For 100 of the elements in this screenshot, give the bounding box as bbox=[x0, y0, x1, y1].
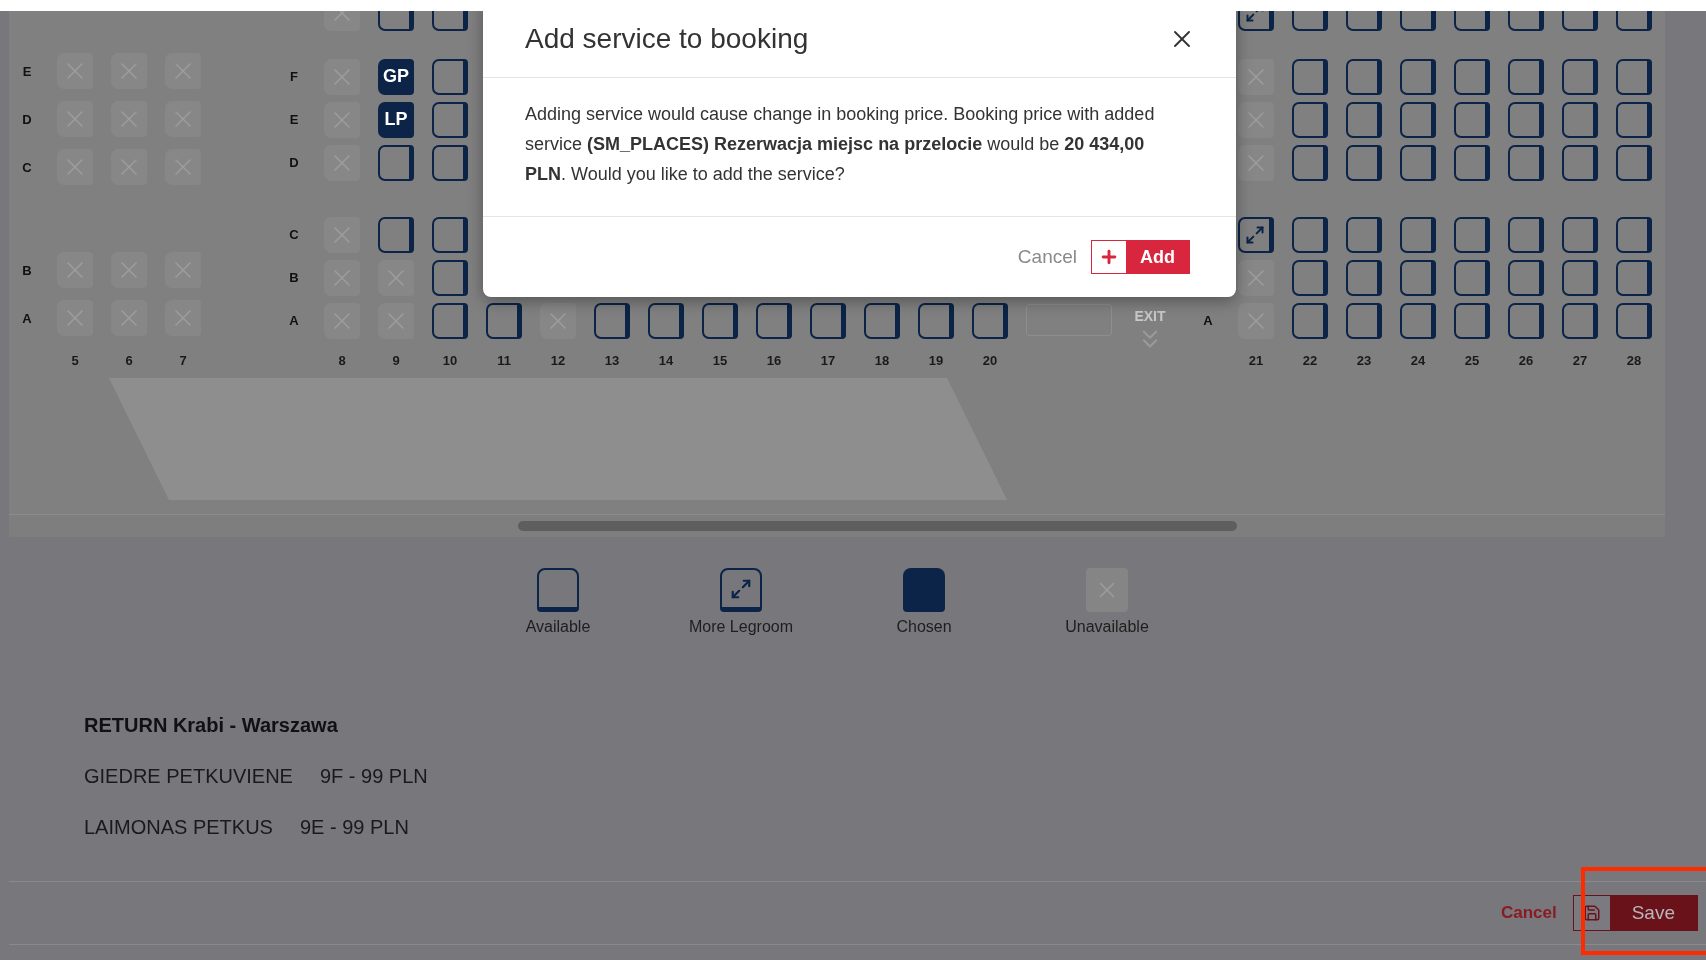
row-letter: B bbox=[21, 262, 33, 278]
exit-label: EXIT bbox=[1134, 308, 1166, 324]
column-number: 15 bbox=[711, 352, 729, 368]
available-seat[interactable] bbox=[756, 302, 792, 339]
available-seat[interactable] bbox=[918, 302, 954, 339]
column-number: 9 bbox=[391, 352, 401, 368]
available-seat[interactable] bbox=[648, 302, 684, 339]
available-seat[interactable] bbox=[1346, 302, 1382, 339]
available-seat[interactable] bbox=[810, 302, 846, 339]
passenger-seat-price: 9F - 99 PLN bbox=[319, 765, 428, 789]
available-seat[interactable] bbox=[972, 302, 1008, 339]
row-letter: B bbox=[288, 270, 300, 285]
available-seat[interactable] bbox=[1400, 259, 1436, 296]
available-seat[interactable] bbox=[432, 144, 468, 181]
available-seat[interactable] bbox=[1454, 101, 1490, 138]
row-letter: A bbox=[288, 313, 300, 328]
available-seat[interactable] bbox=[1616, 101, 1652, 138]
available-seat[interactable] bbox=[1454, 259, 1490, 296]
available-seat[interactable] bbox=[1508, 101, 1544, 138]
available-seat[interactable] bbox=[1346, 101, 1382, 138]
available-seat[interactable] bbox=[1562, 144, 1598, 181]
column-number: 12 bbox=[549, 352, 567, 368]
available-seat[interactable] bbox=[1562, 302, 1598, 339]
available-seat[interactable] bbox=[432, 58, 468, 95]
available-seat[interactable] bbox=[1400, 101, 1436, 138]
available-seat[interactable] bbox=[1508, 216, 1544, 253]
column-number: 13 bbox=[603, 352, 621, 368]
available-seat[interactable] bbox=[1292, 259, 1328, 296]
available-seat[interactable] bbox=[1346, 144, 1382, 181]
available-seat[interactable] bbox=[1292, 302, 1328, 339]
available-seat[interactable] bbox=[1562, 58, 1598, 95]
available-seat[interactable] bbox=[1508, 259, 1544, 296]
available-seat[interactable] bbox=[1400, 144, 1436, 181]
available-seat[interactable] bbox=[1508, 144, 1544, 181]
available-seat[interactable] bbox=[1616, 302, 1652, 339]
plus-icon bbox=[1099, 247, 1119, 267]
available-seat[interactable] bbox=[432, 101, 468, 138]
column-number: 6 bbox=[124, 352, 134, 368]
column-number: 20 bbox=[981, 352, 999, 368]
row-letter: A bbox=[21, 310, 33, 326]
available-seat[interactable] bbox=[1454, 216, 1490, 253]
column-number: 23 bbox=[1355, 352, 1373, 368]
available-seat[interactable] bbox=[432, 302, 468, 339]
available-seat[interactable] bbox=[1346, 259, 1382, 296]
available-seat[interactable] bbox=[1292, 58, 1328, 95]
available-seat[interactable] bbox=[432, 259, 468, 296]
expand-arrows-icon bbox=[730, 577, 752, 600]
column-number: 26 bbox=[1517, 352, 1535, 368]
available-seat[interactable] bbox=[1346, 216, 1382, 253]
available-seat[interactable] bbox=[1400, 216, 1436, 253]
cancel-button[interactable]: Cancel bbox=[1017, 246, 1077, 268]
available-seat[interactable] bbox=[1454, 144, 1490, 181]
row-letter: D bbox=[21, 111, 33, 127]
available-seat[interactable] bbox=[1616, 259, 1652, 296]
save-button[interactable]: Save bbox=[1572, 895, 1698, 931]
legend-label: More Legroom bbox=[688, 618, 793, 636]
passenger-name: LAIMONAS PETKUS bbox=[84, 816, 273, 840]
legend-label: Chosen bbox=[896, 618, 952, 636]
available-seat[interactable] bbox=[1562, 259, 1598, 296]
available-seat[interactable] bbox=[1508, 302, 1544, 339]
flight-title: RETURN Krabi - Warszawa bbox=[84, 714, 339, 738]
passenger-seat-price: 9E - 99 PLN bbox=[299, 816, 409, 840]
available-seat[interactable] bbox=[1454, 302, 1490, 339]
available-seat[interactable] bbox=[378, 216, 414, 253]
column-number: 18 bbox=[873, 352, 891, 368]
available-seat[interactable] bbox=[1346, 58, 1382, 95]
row-letter: D bbox=[288, 155, 300, 170]
column-number: 11 bbox=[496, 352, 512, 368]
available-seat[interactable] bbox=[1562, 101, 1598, 138]
passenger-name: GIEDRE PETKUVIENE bbox=[84, 765, 293, 789]
available-seat[interactable] bbox=[1400, 302, 1436, 339]
column-number: 19 bbox=[927, 352, 945, 368]
row-letter: E bbox=[21, 63, 33, 79]
available-seat[interactable] bbox=[1562, 216, 1598, 253]
available-seat[interactable] bbox=[486, 302, 522, 339]
available-seat[interactable] bbox=[1616, 216, 1652, 253]
column-number: 21 bbox=[1247, 352, 1265, 368]
available-seat[interactable] bbox=[1616, 58, 1652, 95]
available-seat[interactable] bbox=[864, 302, 900, 339]
available-seat[interactable] bbox=[1400, 58, 1436, 95]
legend-label: Available bbox=[525, 618, 591, 636]
chosen-seat[interactable]: GP bbox=[378, 58, 414, 95]
column-number: 16 bbox=[765, 352, 783, 368]
available-seat[interactable] bbox=[1454, 58, 1490, 95]
available-seat[interactable] bbox=[378, 144, 414, 181]
chosen-seat[interactable]: LP bbox=[378, 101, 414, 138]
add-button[interactable]: Add bbox=[1091, 240, 1190, 274]
available-seat[interactable] bbox=[702, 302, 738, 339]
column-number: 28 bbox=[1625, 352, 1643, 368]
available-seat[interactable] bbox=[1292, 216, 1328, 253]
scrollbar-thumb[interactable] bbox=[518, 521, 1237, 531]
dialog-title: Add service to booking bbox=[525, 22, 809, 55]
available-seat[interactable] bbox=[1292, 144, 1328, 181]
column-number: 5 bbox=[70, 352, 80, 368]
available-seat[interactable] bbox=[1292, 101, 1328, 138]
available-seat[interactable] bbox=[1616, 144, 1652, 181]
row-letter: C bbox=[21, 159, 33, 175]
available-seat[interactable] bbox=[594, 302, 630, 339]
available-seat[interactable] bbox=[1508, 58, 1544, 95]
available-seat[interactable] bbox=[432, 216, 468, 253]
